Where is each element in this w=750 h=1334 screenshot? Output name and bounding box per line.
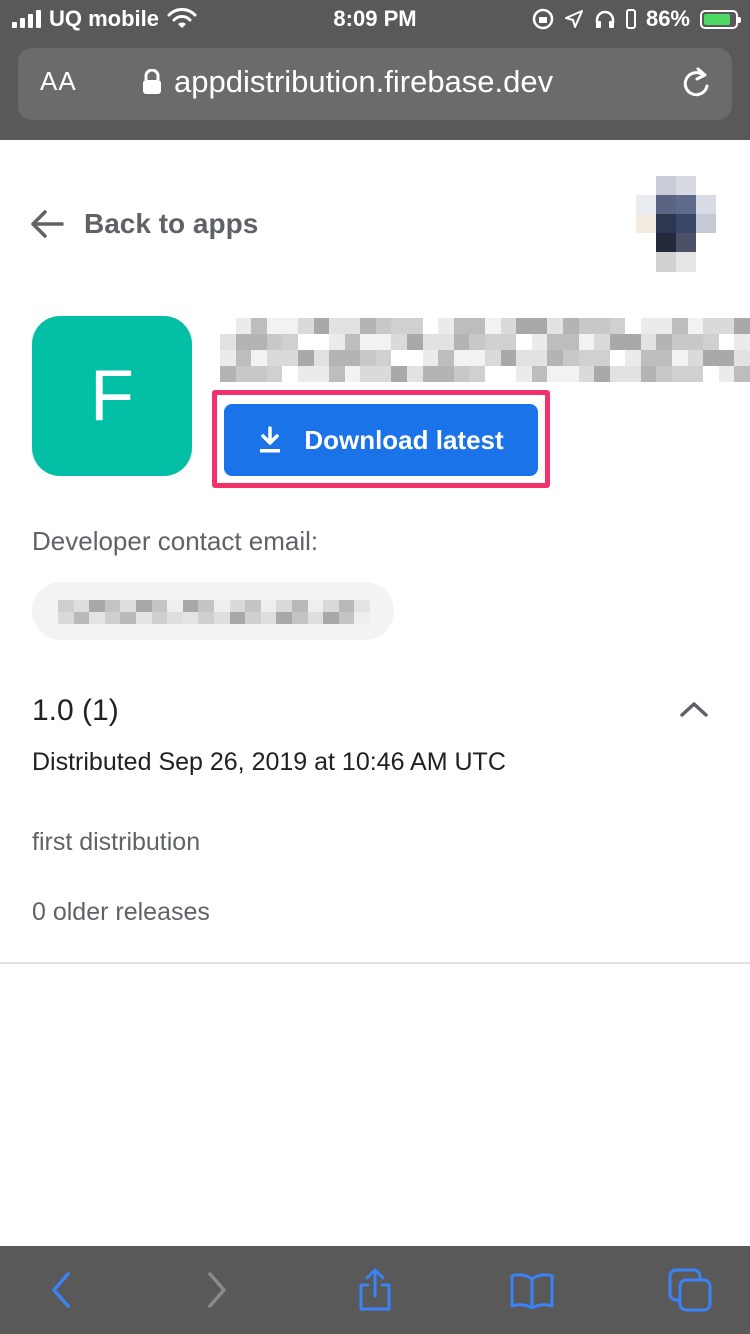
avatar-pixel (696, 214, 716, 234)
developer-email-chip[interactable] (32, 582, 394, 640)
app-icon-letter: F (90, 356, 134, 436)
status-bar: UQ mobile 8:09 PM 86% (0, 0, 750, 40)
reader-settings-label: AA (40, 66, 77, 96)
status-right: 86% (532, 6, 741, 32)
avatar-pixel (636, 214, 656, 234)
divider (0, 962, 750, 964)
download-latest-label: Download latest (304, 424, 504, 455)
portrait-lock-icon (625, 9, 636, 29)
avatar-pixel (676, 233, 696, 253)
chevron-left-icon (52, 1272, 70, 1308)
tabs-icon (668, 1268, 712, 1312)
avatar-pixel (696, 252, 716, 272)
release-version: 1.0 (1) (32, 694, 119, 727)
back-to-apps-link[interactable]: Back to apps (30, 208, 258, 240)
app-icon: F (32, 316, 192, 476)
developer-contact-label: Developer contact email: (32, 526, 319, 556)
distribution-date: Distributed Sep 26, 2019 at 10:46 AM UTC (32, 748, 506, 776)
battery-percent: 86% (645, 6, 690, 31)
location-icon (564, 10, 583, 28)
avatar-pixel (696, 233, 716, 253)
older-releases-link[interactable]: 0 older releases (32, 898, 210, 927)
avatar-pixel (656, 233, 676, 253)
avatar-pixel (636, 195, 656, 215)
avatar-pixel (676, 214, 696, 234)
back-to-apps-label: Back to apps (84, 208, 259, 239)
address-bar[interactable]: AA appdistribution.firebase.dev (18, 48, 732, 120)
share-button[interactable] (351, 1266, 399, 1314)
tabs-button[interactable] (666, 1266, 714, 1314)
avatar-pixel (636, 252, 656, 272)
avatar-pixel (696, 176, 716, 196)
avatar-pixel (636, 233, 656, 253)
avatar-pixel (656, 176, 676, 196)
battery-icon (700, 9, 741, 29)
email-redacted (58, 600, 370, 624)
share-icon (359, 1268, 391, 1311)
avatar-pixel (676, 252, 696, 272)
lock-icon (143, 69, 161, 94)
avatar-pixel (676, 176, 696, 196)
url-display[interactable]: appdistribution.firebase.dev (142, 64, 553, 100)
reader-settings-button[interactable]: AA (40, 66, 77, 97)
url-text: appdistribution.firebase.dev (174, 64, 554, 99)
avatar-pixel (676, 195, 696, 215)
avatar-pixel (696, 195, 716, 215)
bookmarks-icon (510, 1273, 554, 1309)
app-name-redacted (220, 318, 750, 382)
browser-top-chrome: UQ mobile 8:09 PM 86% AA appdistribution… (0, 0, 750, 140)
rotation-lock-icon (532, 8, 554, 30)
avatar-pixel (636, 176, 656, 196)
browser-bottom-toolbar (0, 1246, 750, 1334)
chevron-right-icon (208, 1272, 226, 1308)
reload-icon[interactable] (680, 66, 714, 102)
forward-button[interactable] (193, 1266, 241, 1314)
avatar[interactable] (636, 176, 716, 272)
avatar-pixel (656, 195, 676, 215)
back-button[interactable] (37, 1266, 85, 1314)
avatar-pixel (656, 214, 676, 234)
headphones-icon (595, 10, 615, 28)
chevron-up-icon[interactable] (680, 700, 708, 718)
release-notes: first distribution (32, 828, 201, 856)
download-latest-button[interactable]: Download latest (224, 404, 538, 476)
bookmarks-button[interactable] (508, 1266, 556, 1314)
download-icon (260, 426, 281, 453)
avatar-pixel (656, 252, 676, 272)
arrow-left-icon (31, 210, 64, 238)
